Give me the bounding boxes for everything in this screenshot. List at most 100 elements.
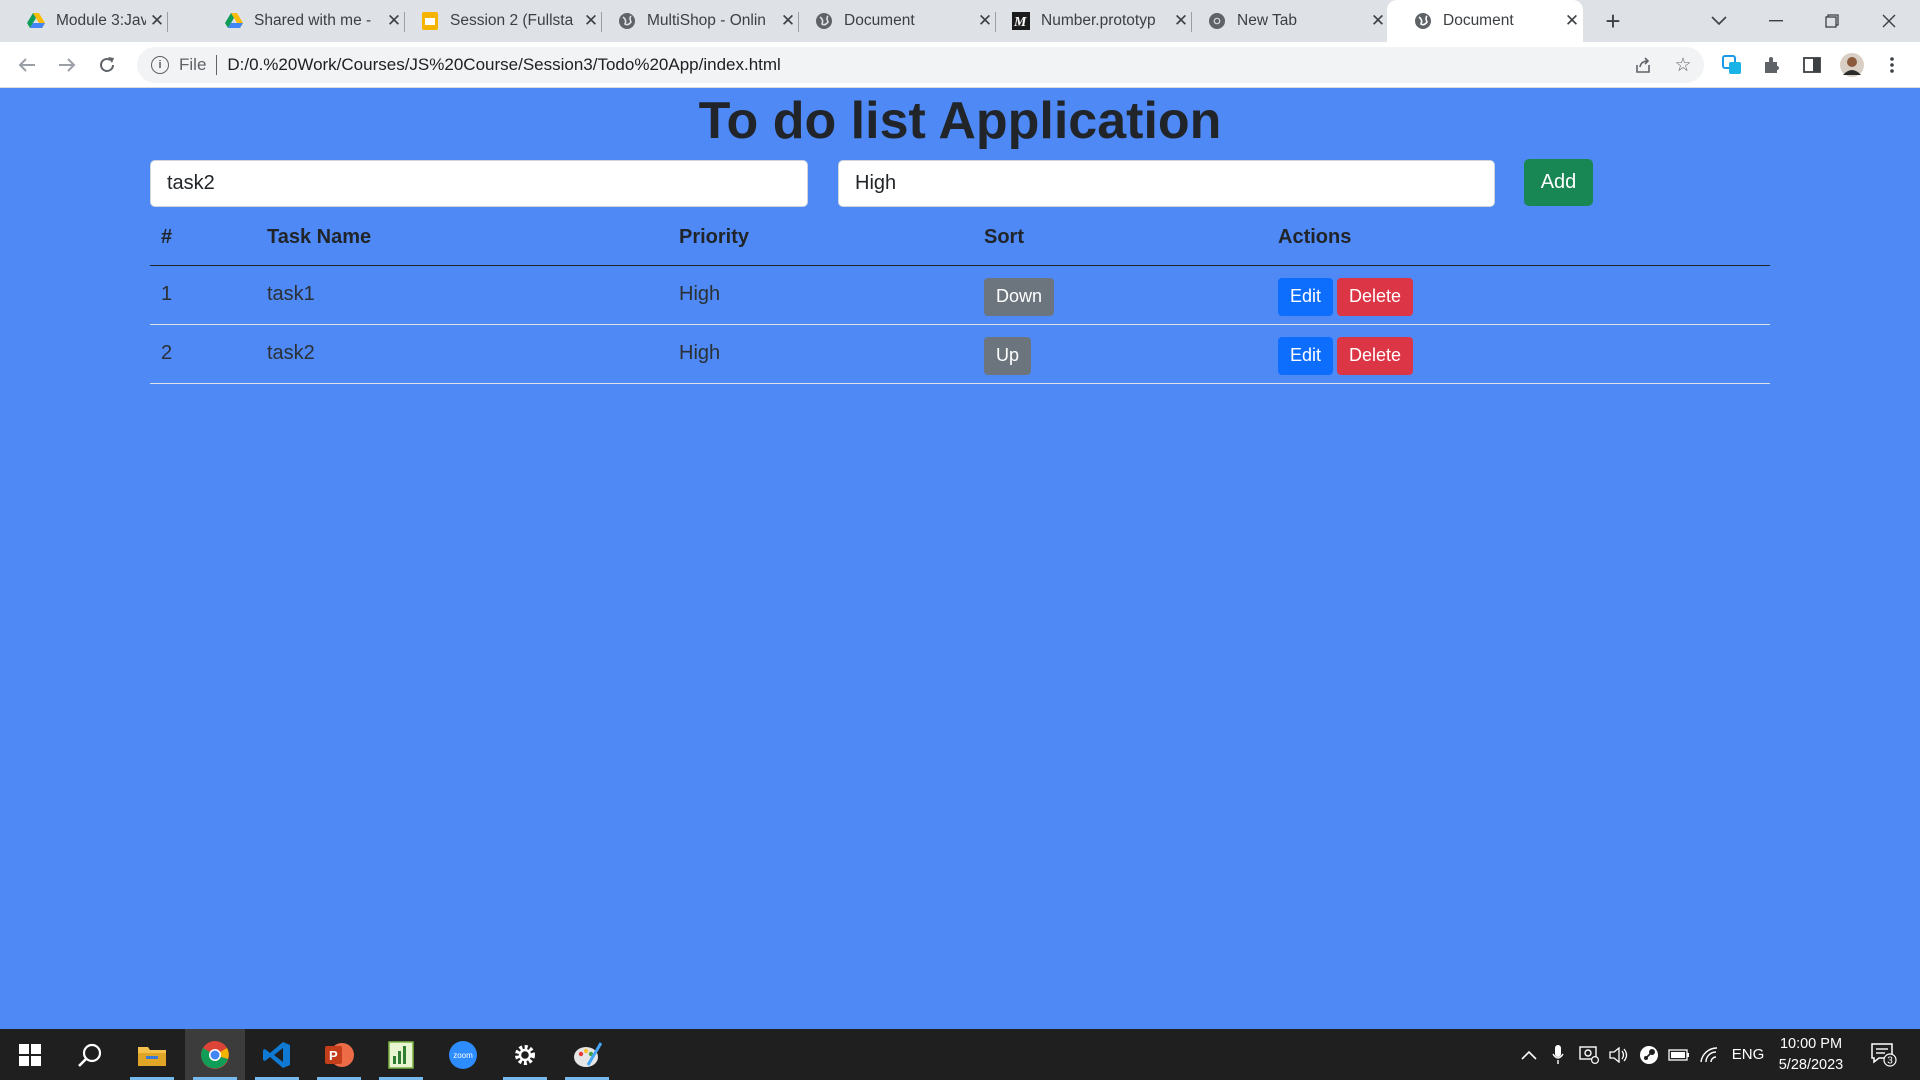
mdn-icon: M: [1011, 11, 1031, 31]
clock-time: 10:00 PM: [1779, 1036, 1843, 1052]
speaker-volume-icon[interactable]: [1606, 1029, 1632, 1080]
column-header-task-name: Task Name: [256, 211, 668, 266]
browser-tab-strip: Module 3:JavaScr ✕ Shared with me - ✕ Se…: [0, 0, 1920, 42]
edit-button[interactable]: Edit: [1278, 277, 1334, 316]
back-arrow-icon[interactable]: [11, 49, 43, 81]
battery-icon[interactable]: [1666, 1029, 1692, 1080]
task-name-cell: task2: [256, 324, 668, 384]
browser-tab[interactable]: Session 2 (Fullsta ✕: [394, 0, 602, 42]
google-drive-icon: [224, 11, 244, 31]
google-drive-icon: [26, 11, 46, 31]
browser-toolbar: i File D:/0.%20Work/Courses/JS%20Course/…: [0, 42, 1920, 88]
svg-text:M: M: [1013, 15, 1027, 30]
column-header-actions: Actions: [1267, 211, 1770, 266]
extensions-puzzle-icon[interactable]: [1756, 49, 1788, 81]
tab-title: Document: [1443, 12, 1514, 29]
sort-cell: Up: [973, 324, 1267, 384]
site-info-icon[interactable]: i: [151, 56, 169, 74]
microphone-icon[interactable]: [1546, 1029, 1570, 1080]
chrome-icon[interactable]: [185, 1029, 245, 1080]
windows-taskbar: P zoom ENG 10:00 PM 5/28/2023 3: [0, 1029, 1920, 1080]
page-title: To do list Application: [698, 92, 1222, 150]
spreadsheet-icon[interactable]: [371, 1029, 431, 1080]
share-icon[interactable]: [1628, 47, 1658, 83]
close-tab-icon[interactable]: ✕: [1367, 11, 1389, 31]
windows-start-icon[interactable]: [0, 1029, 60, 1080]
column-header-priority: Priority: [668, 211, 973, 266]
zoom-icon[interactable]: zoom: [433, 1029, 493, 1080]
priority-cell: High: [668, 265, 973, 325]
tab-title: Shared with me -: [254, 12, 372, 29]
svg-text:P: P: [329, 1048, 338, 1063]
table-row: 2 task2 High Up Edit Delete: [150, 324, 1770, 384]
tab-title: Session 2 (Fullsta: [450, 12, 574, 29]
close-window-icon[interactable]: [1862, 0, 1916, 42]
profile-avatar-icon[interactable]: [1836, 49, 1868, 81]
vscode-icon[interactable]: [247, 1029, 307, 1080]
new-tab-plus-icon[interactable]: +: [1598, 6, 1628, 36]
url-scheme-label: File: [179, 55, 218, 75]
bookmark-star-icon[interactable]: ☆: [1668, 47, 1698, 83]
todo-page: To do list Application Add # Task Name P…: [0, 89, 1920, 1029]
close-tab-icon[interactable]: ✕: [1561, 11, 1583, 31]
browser-tab[interactable]: Document ✕: [788, 0, 996, 42]
globe-icon: [1413, 11, 1433, 31]
browser-tab[interactable]: MultiShop - Onlin ✕: [591, 0, 799, 42]
notification-center-icon[interactable]: 3: [1866, 1029, 1902, 1080]
browser-tab[interactable]: Shared with me - ✕: [198, 0, 405, 42]
browser-tab[interactable]: M Number.prototyp ✕: [985, 0, 1192, 42]
side-panel-icon[interactable]: [1796, 49, 1828, 81]
column-header-sort: Sort: [973, 211, 1267, 266]
reload-icon[interactable]: [91, 49, 123, 81]
row-number: 2: [150, 324, 256, 384]
sort-cell: Down: [973, 265, 1267, 325]
settings-icon[interactable]: [495, 1029, 555, 1080]
tab-title: Number.prototyp: [1041, 12, 1156, 29]
sort-down-button[interactable]: Down: [984, 277, 1055, 316]
tab-title: Document: [844, 12, 915, 29]
delete-button[interactable]: Delete: [1337, 336, 1414, 375]
paint-icon[interactable]: [557, 1029, 617, 1080]
browser-tab[interactable]: New Tab ✕: [1181, 0, 1389, 42]
table-header-row: # Task Name Priority Sort Actions: [150, 211, 1770, 266]
table-row: 1 task1 High Down Edit Delete: [150, 265, 1770, 325]
delete-button[interactable]: Delete: [1337, 277, 1414, 316]
wifi-icon[interactable]: [1696, 1029, 1722, 1080]
system-clock[interactable]: 10:00 PM 5/28/2023: [1758, 1034, 1864, 1076]
minimize-icon[interactable]: [1749, 0, 1803, 42]
globe-icon: [814, 11, 834, 31]
chrome-icon: [1207, 11, 1227, 31]
zoom-label: zoom: [453, 1051, 473, 1060]
more-menu-icon[interactable]: [1876, 49, 1908, 81]
column-header-number: #: [150, 211, 256, 266]
show-hidden-icons-chevron-icon[interactable]: [1516, 1029, 1542, 1080]
tab-title: New Tab: [1237, 12, 1298, 29]
tab-search-chevron-icon[interactable]: [1692, 0, 1746, 42]
sort-up-button[interactable]: Up: [984, 336, 1032, 375]
task-name-input[interactable]: [150, 160, 808, 207]
address-bar[interactable]: i File D:/0.%20Work/Courses/JS%20Course/…: [137, 47, 1704, 83]
edit-button[interactable]: Edit: [1278, 336, 1334, 375]
search-icon[interactable]: [60, 1029, 120, 1080]
steam-icon[interactable]: [1636, 1029, 1662, 1080]
browser-tab-active[interactable]: Document ✕: [1387, 0, 1583, 42]
translate-extension-icon[interactable]: [1716, 49, 1748, 81]
row-number: 1: [150, 265, 256, 325]
powerpoint-icon[interactable]: P: [309, 1029, 369, 1080]
network-status-icon[interactable]: [1576, 1029, 1602, 1080]
priority-input[interactable]: [838, 160, 1495, 207]
forward-arrow-icon[interactable]: [51, 49, 83, 81]
tab-title: Module 3:JavaScr: [56, 12, 146, 29]
clock-date: 5/28/2023: [1778, 1057, 1844, 1073]
actions-cell: Edit Delete: [1267, 324, 1770, 384]
restore-icon[interactable]: [1805, 0, 1859, 42]
actions-cell: Edit Delete: [1267, 265, 1770, 325]
file-explorer-icon[interactable]: [122, 1029, 182, 1080]
tasks-table: # Task Name Priority Sort Actions 1 task…: [150, 211, 1770, 384]
priority-cell: High: [668, 324, 973, 384]
close-tab-icon[interactable]: ✕: [146, 11, 168, 31]
url-text[interactable]: D:/0.%20Work/Courses/JS%20Course/Session…: [227, 55, 780, 75]
add-task-button[interactable]: Add: [1524, 159, 1593, 206]
globe-icon: [617, 11, 637, 31]
browser-tab[interactable]: Module 3:JavaScr ✕: [0, 0, 168, 42]
